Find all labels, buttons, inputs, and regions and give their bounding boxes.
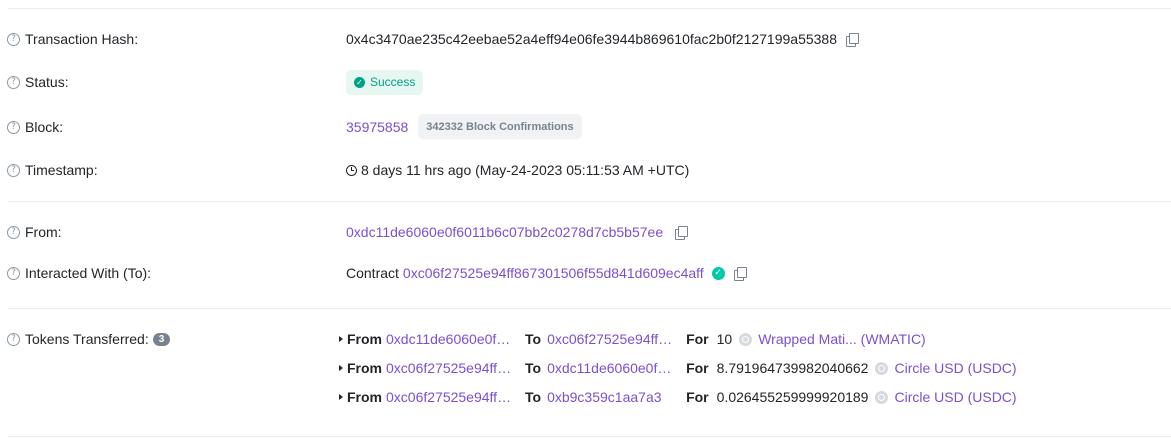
from-keyword: From <box>347 360 382 376</box>
interacted-label: Interacted With (To): <box>25 265 152 281</box>
transfer-amount: 0.026455259999920189 <box>716 389 869 405</box>
tokens-label: Tokens Transferred: <box>25 331 149 347</box>
help-icon[interactable]: ? <box>7 32 20 46</box>
status-row: ? Status: ✓ Success <box>7 69 1171 95</box>
token-logo-icon <box>875 390 889 404</box>
help-icon[interactable]: ? <box>7 266 20 280</box>
copy-icon[interactable] <box>733 266 747 281</box>
transfer-from-link[interactable]: 0xc06f27525e94ff867301506f55d841d609ec4a… <box>386 360 513 376</box>
from-label: From: <box>25 224 62 240</box>
to-keyword: To <box>525 389 542 405</box>
transfer-to-link[interactable]: 0xdc11de6060e0f6011b6c07bb2c0278d7cb5b57… <box>547 360 674 376</box>
help-icon[interactable]: ? <box>7 332 20 346</box>
tx-hash-label: Transaction Hash: <box>25 31 139 47</box>
token-logo-icon <box>875 361 889 375</box>
from-keyword: From <box>347 389 382 405</box>
timestamp-label: Timestamp: <box>25 162 98 178</box>
clock-icon <box>346 164 357 176</box>
caret-right-icon[interactable] <box>339 394 343 400</box>
top-divider <box>8 8 1171 9</box>
for-keyword: For <box>686 389 709 405</box>
transfer-amount: 10 <box>716 331 733 347</box>
help-icon[interactable]: ? <box>7 75 20 89</box>
timestamp-value: 8 days 11 hrs ago (May-24-2023 05:11:53 … <box>361 162 690 178</box>
contract-prefix: Contract <box>346 265 399 281</box>
token-logo-icon <box>739 332 753 346</box>
transfer-amount: 8.791964739982040662 <box>716 360 869 376</box>
block-confirmations-badge: 342332 Block Confirmations <box>418 114 582 139</box>
for-keyword: For <box>686 331 709 347</box>
token-link[interactable]: Wrapped Mati... (WMATIC) <box>758 331 926 347</box>
tokens-count-badge: 3 <box>152 332 171 346</box>
transfer-from-link[interactable]: 0xdc11de6060e0f6011b6c07bb2c0278d7cb5b57… <box>386 331 513 347</box>
help-icon[interactable]: ? <box>7 225 20 239</box>
block-label: Block: <box>25 119 64 135</box>
token-link[interactable]: Circle USD (USDC) <box>894 360 1016 376</box>
transfer-row: From 0xc06f27525e94ff867301506f55d841d60… <box>339 387 1017 407</box>
caret-right-icon[interactable] <box>339 365 343 371</box>
section-divider <box>8 201 1171 202</box>
help-icon[interactable]: ? <box>7 120 20 134</box>
for-keyword: For <box>686 360 709 376</box>
status-value: Success <box>370 75 416 89</box>
block-number-link[interactable]: 35975858 <box>346 119 408 135</box>
from-address-link[interactable]: 0xdc11de6060e0f6011b6c07bb2c0278d7cb5b57… <box>346 224 663 240</box>
to-keyword: To <box>525 331 542 347</box>
transfer-row: From 0xdc11de6060e0f6011b6c07bb2c0278d7c… <box>339 329 926 349</box>
status-badge: ✓ Success <box>346 69 424 95</box>
tx-hash-value: 0x4c3470ae235c42eebae52a4eff94e06fe3944b… <box>346 31 838 47</box>
transfer-row: From 0xc06f27525e94ff867301506f55d841d60… <box>339 358 1017 378</box>
verified-check-icon: ✓ <box>711 266 725 280</box>
from-row: ? From: 0xdc11de6060e0f6011b6c07bb2c0278… <box>7 221 1171 243</box>
contract-address-link[interactable]: 0xc06f27525e94ff867301506f55d841d609ec4a… <box>403 265 704 281</box>
copy-icon[interactable] <box>675 225 689 240</box>
token-link[interactable]: Circle USD (USDC) <box>894 389 1016 405</box>
help-icon[interactable]: ? <box>7 163 20 177</box>
interacted-row: ? Interacted With (To): Contract 0xc06f2… <box>7 262 1171 284</box>
transfer-to-link[interactable]: 0xb9c359c1aa7a3 <box>547 389 674 405</box>
timestamp-row: ? Timestamp: 8 days 11 hrs ago (May-24-2… <box>7 159 1171 181</box>
bottom-divider <box>8 436 1171 437</box>
check-circle-icon: ✓ <box>354 76 365 88</box>
status-label: Status: <box>25 74 69 90</box>
to-keyword: To <box>525 360 542 376</box>
section-divider <box>8 308 1171 309</box>
transfer-to-link[interactable]: 0xc06f27525e94ff867301506f55d841d609ec4a… <box>547 331 674 347</box>
transfer-from-link[interactable]: 0xc06f27525e94ff867301506f55d841d609ec4a… <box>386 389 513 405</box>
block-row: ? Block: 35975858 342332 Block Confirmat… <box>7 114 1171 139</box>
copy-icon[interactable] <box>846 32 860 47</box>
caret-right-icon[interactable] <box>339 336 343 342</box>
tx-hash-row: ? Transaction Hash: 0x4c3470ae235c42eeba… <box>7 28 1171 50</box>
from-keyword: From <box>347 331 382 347</box>
